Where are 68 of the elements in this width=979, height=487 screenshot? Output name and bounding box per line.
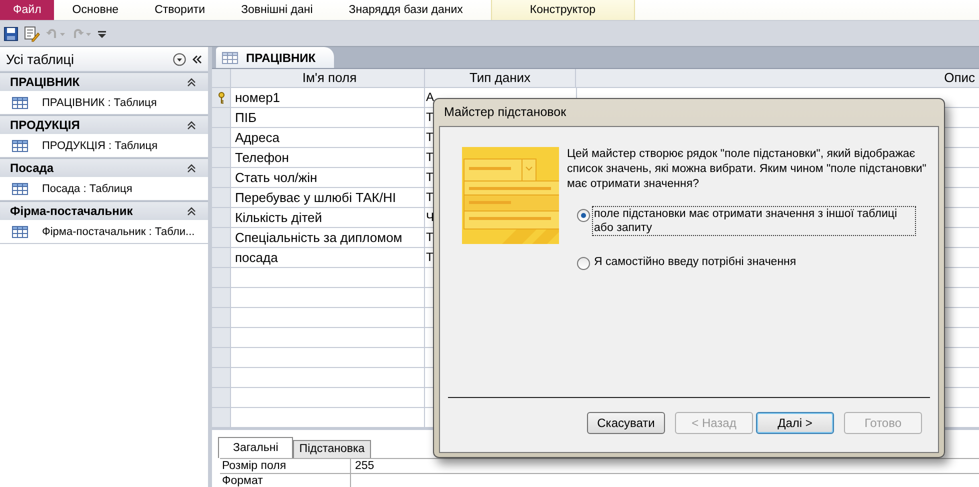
field-name-cell[interactable]: Кількість дітей <box>231 208 425 227</box>
collapse-pane-icon[interactable] <box>192 54 202 64</box>
ribbon-tab[interactable]: Знаряддя бази даних <box>330 0 481 20</box>
table-item[interactable]: ПРОДУКЦІЯ : Таблиця <box>42 140 158 152</box>
document-tab[interactable]: ПРАЦІВНИК <box>216 47 334 68</box>
field-name-cell[interactable]: ПІБ <box>231 108 425 127</box>
table-icon <box>222 52 238 64</box>
ribbon-tab[interactable]: Основне <box>54 0 137 20</box>
data-type-text[interactable]: А <box>426 90 434 104</box>
collapse-icon[interactable] <box>187 206 196 216</box>
property-value[interactable]: 255 <box>355 460 374 472</box>
table-icon <box>12 226 28 238</box>
wizard-description: Цей майстер створює рядок "поле підстановки", який відображає список значень, які можна вибрати. Яким чином "поле підстановки" має отримати значення? <box>567 147 928 192</box>
option-label[interactable]: поле підстановки має отримати значення з іншої таблиці або запиту <box>592 206 916 236</box>
undo-icon[interactable] <box>46 28 66 40</box>
column-header: Опис <box>943 69 976 87</box>
table-icon <box>12 96 28 108</box>
field-name-cell[interactable]: Спеціальність за дипломом <box>231 228 425 247</box>
ribbon-tab[interactable]: Зовнішні дані <box>223 0 331 20</box>
collapse-icon[interactable] <box>187 120 196 130</box>
field-name-cell[interactable]: Телефон <box>231 148 425 167</box>
data-type-text[interactable]: Т <box>426 150 434 164</box>
group-header[interactable]: ПРОДУКЦІЯ <box>0 115 208 134</box>
radio-button[interactable] <box>577 209 590 222</box>
field-name-cell[interactable]: номер1 <box>231 88 425 107</box>
option-label[interactable]: Я самостійно введу потрібні значення <box>592 254 916 270</box>
column-header: Тип даних <box>425 69 576 87</box>
data-type-text[interactable]: Т <box>426 170 434 184</box>
radio-button[interactable] <box>577 257 590 270</box>
table-icon <box>12 140 28 152</box>
column-header: Ім'я поля <box>231 69 425 87</box>
table-icon <box>12 182 28 194</box>
pane-title: Усі таблиці <box>6 52 75 66</box>
table-item[interactable]: Фірма-постачальник : Табли... <box>42 226 195 238</box>
collapse-icon[interactable] <box>187 164 196 172</box>
customize-icon[interactable] <box>98 30 106 38</box>
data-type-text[interactable]: Т <box>426 190 434 204</box>
group-header[interactable]: ПРАЦІВНИК <box>0 72 208 91</box>
data-type-text[interactable]: Т <box>426 230 434 244</box>
group-header[interactable]: Фірма-постачальник <box>0 201 208 220</box>
ribbon-tab[interactable]: Створити <box>136 0 224 20</box>
form-edit-icon[interactable] <box>24 26 40 42</box>
property-tab[interactable]: Загальні <box>218 437 294 458</box>
data-type-text[interactable]: Т <box>426 110 434 124</box>
data-type-text[interactable]: Т <box>426 130 434 144</box>
dialog-title: Майстер підстановок <box>443 104 568 121</box>
field-name-cell[interactable]: посада <box>231 248 425 267</box>
property-tab[interactable]: Підстановка <box>293 440 371 458</box>
redo-icon[interactable] <box>72 28 92 40</box>
key-icon <box>218 92 224 104</box>
field-name-cell[interactable]: Адреса <box>231 128 425 147</box>
save-icon[interactable] <box>4 26 18 40</box>
property-label: Формат <box>220 474 351 487</box>
table-item[interactable]: Посада : Таблиця <box>42 182 132 194</box>
data-type-text[interactable]: Т <box>426 250 434 264</box>
dropdown-icon[interactable] <box>173 52 186 66</box>
field-name-cell[interactable]: Стать чол/жін <box>231 168 425 187</box>
ribbon-tab[interactable]: Файл <box>0 0 54 20</box>
dialog-button[interactable]: Скасувати <box>587 412 665 434</box>
ribbon-tab[interactable]: Конструктор <box>490 0 634 20</box>
property-label: Розмір поля <box>220 459 351 473</box>
row-selector[interactable] <box>212 88 231 107</box>
group-header[interactable]: Посада <box>0 158 208 177</box>
data-type-text[interactable]: Ч <box>426 210 434 224</box>
dialog-button[interactable]: Далі > <box>756 412 834 434</box>
collapse-icon[interactable] <box>187 78 196 86</box>
table-item[interactable]: ПРАЦІВНИК : Таблиця <box>42 96 157 108</box>
field-name-cell[interactable]: Перебуває у шлюбі ТАК/НІ <box>231 188 425 207</box>
